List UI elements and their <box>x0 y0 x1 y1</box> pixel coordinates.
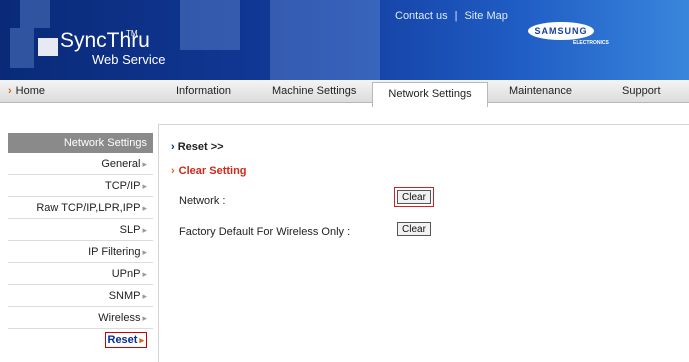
logo-subtitle: Web Service <box>92 52 166 67</box>
sidebar-item-reset[interactable]: Reset ▸ <box>8 329 153 351</box>
sidebar-item-label: Reset <box>107 334 138 346</box>
network-label: Network : <box>179 195 226 207</box>
contact-link[interactable]: Contact us <box>395 10 448 22</box>
chevron-right-icon: › <box>171 165 175 177</box>
home-label: Home <box>15 85 46 97</box>
sidebar-item-label: TCP/IP <box>105 180 141 192</box>
sidebar-title: Network Settings <box>8 133 153 153</box>
samsung-logo: SAMSUNG <box>528 22 594 40</box>
clear-network-button[interactable]: Clear <box>397 190 431 204</box>
tab-machine-settings[interactable]: Machine Settings <box>272 85 356 97</box>
sidebar-item-upnp[interactable]: UPnP ▸ <box>8 263 153 285</box>
chevron-right-icon: ▸ <box>142 247 147 257</box>
sidebar-item-ip-filtering[interactable]: IP Filtering ▸ <box>8 241 153 263</box>
logo-trademark: TM <box>126 29 138 38</box>
sitemap-link[interactable]: Site Map <box>464 10 507 22</box>
sidebar-item-label: Wireless <box>98 312 141 324</box>
clear-wireless-button[interactable]: Clear <box>397 222 431 236</box>
top-navigation: › Home Information Machine Settings Maint… <box>0 80 689 103</box>
section-title-text: Clear Setting <box>178 165 247 177</box>
tab-maintenance[interactable]: Maintenance <box>509 85 572 97</box>
home-link[interactable]: › Home <box>8 85 45 97</box>
chevron-right-icon: ▸ <box>142 269 147 279</box>
header-banner: SyncThru TM Web Service Contact us | Site … <box>0 0 689 80</box>
section-title: › Clear Setting <box>171 165 247 177</box>
chevron-right-icon: ▸ <box>142 203 147 213</box>
sidebar: Network Settings General ▸ TCP/IP ▸ Raw TC… <box>0 133 154 361</box>
chevron-right-icon: ▸ <box>142 159 147 169</box>
sidebar-item-label: General <box>101 158 141 170</box>
syncthru-logo-icon <box>38 38 58 56</box>
sidebar-item-label: SLP <box>119 224 141 236</box>
sidebar-item-label: SNMP <box>108 290 141 302</box>
sidebar-item-general[interactable]: General ▸ <box>8 153 153 175</box>
sidebar-item-label: Raw TCP/IP,LPR,IPP <box>36 202 141 214</box>
clear-network-highlight: Clear <box>394 187 434 207</box>
tab-information[interactable]: Information <box>176 85 231 97</box>
main-content: › Reset >> › Clear Setting Network : Clea… <box>158 124 689 362</box>
chevron-right-icon: ▸ <box>142 181 147 191</box>
samsung-electronics-text: ELECTRONICS <box>573 40 609 46</box>
chevron-right-icon: › <box>171 141 175 153</box>
sidebar-item-slp[interactable]: SLP ▸ <box>8 219 153 241</box>
chevron-right-icon: ▸ <box>142 291 147 301</box>
chevron-right-icon: › <box>8 85 12 97</box>
breadcrumb: › Reset >> <box>171 141 224 153</box>
top-links: Contact us | Site Map <box>395 10 508 22</box>
tab-network-settings[interactable]: Network Settings <box>372 82 488 107</box>
tab-support[interactable]: Support <box>622 85 661 97</box>
sidebar-item-reset-highlight: Reset ▸ <box>104 332 147 348</box>
sidebar-item-snmp[interactable]: SNMP ▸ <box>8 285 153 307</box>
link-separator: | <box>454 10 458 22</box>
sidebar-item-label: UPnP <box>111 268 141 280</box>
sidebar-item-wireless[interactable]: Wireless ▸ <box>8 307 153 329</box>
chevron-right-icon: ▸ <box>139 335 144 345</box>
sidebar-item-raw-tcpip[interactable]: Raw TCP/IP,LPR,IPP ▸ <box>8 197 153 219</box>
chevron-right-icon: ▸ <box>142 225 147 235</box>
factory-default-wireless-label: Factory Default For Wireless Only : <box>179 226 351 238</box>
sidebar-item-label: IP Filtering <box>88 246 141 258</box>
chevron-right-icon: ▸ <box>142 313 147 323</box>
sidebar-item-tcpip[interactable]: TCP/IP ▸ <box>8 175 153 197</box>
breadcrumb-text: Reset >> <box>177 141 224 153</box>
